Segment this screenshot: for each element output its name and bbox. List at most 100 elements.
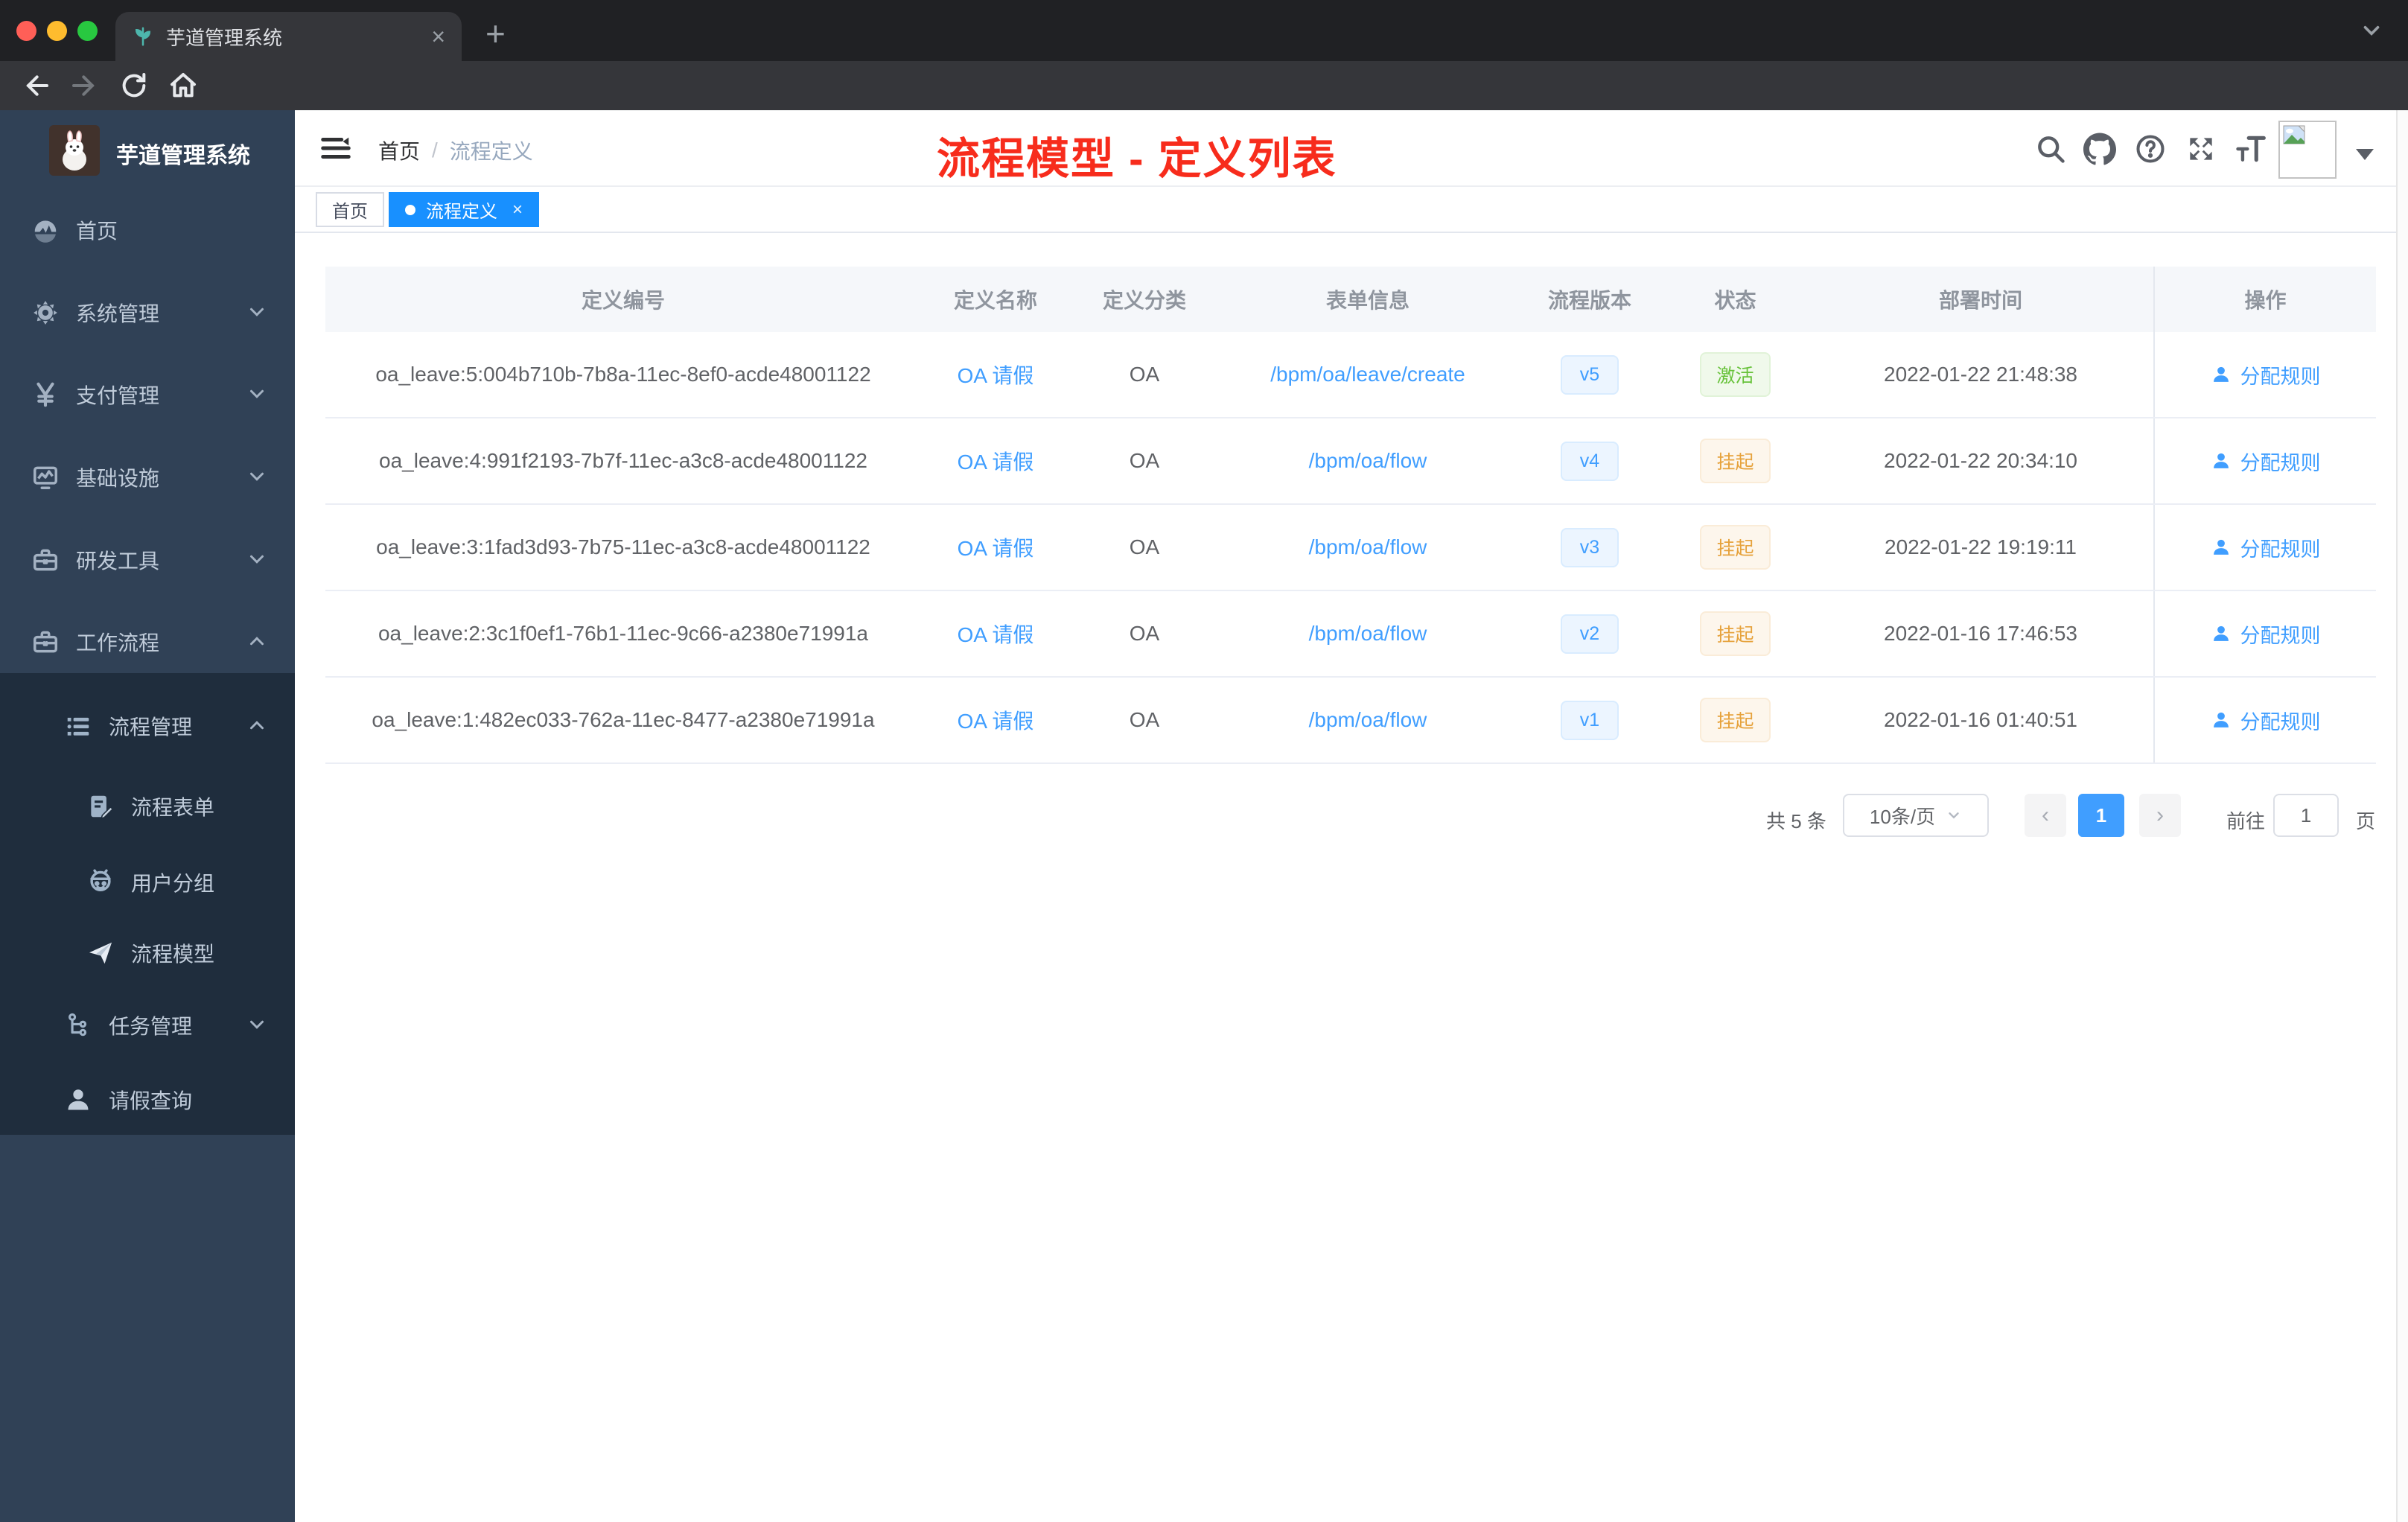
browser-tab-strip: 芋道管理系统 × + (0, 0, 2408, 61)
broken-image-icon (2283, 125, 2305, 144)
chevron-down-icon (1949, 812, 1959, 819)
status-badge: 激活 (1700, 352, 1771, 397)
sidebar: 芋道管理系统 首页 系统管理 支付管理 基础设施 研发工具 工作流程 流程管理 … (0, 110, 295, 1522)
tab-search-caret-icon[interactable] (2359, 18, 2384, 43)
definition-id: oa_leave:4:991f2193-7b7f-11ec-a3c8-acde4… (379, 449, 867, 472)
sidebar-item-task-management[interactable]: 任务管理 (0, 988, 295, 1063)
user-icon (2213, 712, 2229, 727)
col-process-version: 流程版本 (1547, 289, 1631, 312)
col-definition-id: 定义编号 (581, 289, 665, 312)
pagination-prev-button[interactable]: ‹ (2025, 794, 2066, 837)
search-icon[interactable] (2034, 133, 2067, 165)
fullscreen-icon[interactable] (2185, 133, 2217, 165)
back-icon[interactable] (21, 71, 51, 101)
sidebar-logo[interactable]: 芋道管理系统 (0, 110, 295, 192)
pagination-page-input[interactable]: 1 (2273, 794, 2339, 837)
person-icon (64, 1086, 92, 1114)
form-link[interactable]: /bpm/oa/leave/create (1270, 363, 1465, 386)
annotation-title: 流程模型 - 定义列表 (937, 135, 1337, 183)
definition-id: oa_leave:2:3c1f0ef1-76b1-11ec-9c66-a2380… (378, 622, 868, 645)
page-scrollbar[interactable] (2396, 110, 2408, 1522)
user-avatar[interactable] (2278, 121, 2337, 179)
form-link[interactable]: /bpm/oa/flow (1309, 622, 1427, 646)
user-icon (2213, 625, 2229, 641)
form-link[interactable]: /bpm/oa/flow (1309, 708, 1427, 732)
home-icon[interactable] (168, 71, 198, 101)
deploy-time: 2022-01-16 17:46:53 (1884, 622, 2077, 645)
sidebar-item-infrastructure[interactable]: 基础设施 (0, 440, 295, 515)
reload-icon[interactable] (119, 71, 149, 101)
sidebar-item-home[interactable]: 首页 (0, 193, 295, 267)
chevron-up-icon (246, 630, 268, 652)
sidebar-collapse-icon[interactable] (319, 131, 353, 165)
sidebar-item-user-group[interactable]: 用户分组 (0, 845, 295, 920)
favicon-sprout-icon (132, 25, 154, 48)
form-edit-icon (86, 792, 115, 821)
table-row: oa_leave:4:991f2193-7b7f-11ec-a3c8-acde4… (325, 418, 2376, 505)
forward-icon[interactable] (70, 71, 100, 101)
assign-rule-button[interactable]: 分配规则 (2211, 533, 2321, 562)
assign-rule-button[interactable]: 分配规则 (2211, 706, 2321, 735)
definition-name-link[interactable]: OA 请假 (958, 532, 1034, 562)
tab-close-icon[interactable]: × (431, 25, 445, 48)
definition-name-link[interactable]: OA 请假 (958, 360, 1034, 389)
font-size-icon[interactable] (2234, 133, 2267, 165)
tag-home[interactable]: 首页 (316, 192, 384, 227)
version-badge: v3 (1560, 527, 1619, 567)
chevron-down-icon (246, 301, 268, 323)
assign-rule-button[interactable]: 分配规则 (2211, 360, 2321, 389)
sidebar-item-payment-management[interactable]: 支付管理 (0, 357, 295, 432)
definition-name-link[interactable]: OA 请假 (958, 446, 1034, 476)
browser-toolbar: 不安全 dashboard.yudao.iocoder.cn /bpm/mana… (0, 61, 2408, 168)
sidebar-item-process-model[interactable]: 流程模型 (0, 916, 295, 990)
macos-zoom-button[interactable] (77, 21, 98, 41)
macos-minimize-button[interactable] (47, 21, 67, 41)
github-icon[interactable] (2083, 133, 2116, 165)
form-link[interactable]: /bpm/oa/flow (1309, 535, 1427, 559)
status-badge: 挂起 (1700, 439, 1771, 483)
assign-rule-button[interactable]: 分配规则 (2211, 447, 2321, 476)
sidebar-item-workflow[interactable]: 工作流程 (0, 605, 295, 679)
paper-plane-icon (86, 939, 115, 967)
deploy-time: 2022-01-22 21:48:38 (1884, 363, 2077, 386)
definition-name-link[interactable]: OA 请假 (958, 619, 1034, 649)
sidebar-item-process-management[interactable]: 流程管理 (0, 689, 295, 763)
yen-icon (31, 380, 60, 409)
definition-category: OA (1129, 449, 1160, 472)
pagination-next-button[interactable]: › (2139, 794, 2181, 837)
help-icon[interactable] (2134, 133, 2167, 165)
sidebar-item-process-form[interactable]: 流程表单 (0, 769, 295, 844)
briefcase-icon (31, 546, 60, 574)
col-deploy-time: 部署时间 (1938, 289, 2022, 312)
new-tab-icon[interactable]: + (485, 13, 506, 54)
pagination-current-page[interactable]: 1 (2078, 794, 2124, 837)
browser-tab[interactable]: 芋道管理系统 × (115, 12, 462, 61)
sidebar-item-leave-query[interactable]: 请假查询 (0, 1063, 295, 1137)
chevron-down-icon (246, 1013, 268, 1036)
definition-category: OA (1129, 622, 1160, 645)
chevron-down-icon (246, 548, 268, 570)
definition-name-link[interactable]: OA 请假 (958, 705, 1034, 735)
assign-rule-button[interactable]: 分配规则 (2211, 620, 2321, 649)
list-icon (64, 712, 92, 740)
briefcase-icon (31, 628, 60, 656)
active-dot-icon (405, 204, 415, 215)
tag-process-definition[interactable]: 流程定义 × (389, 192, 540, 227)
form-link[interactable]: /bpm/oa/flow (1309, 449, 1427, 473)
pagination-page-unit: 页 (2356, 810, 2376, 832)
definition-id: oa_leave:5:004b710b-7b8a-11ec-8ef0-acde4… (375, 363, 871, 386)
sidebar-item-system-management[interactable]: 系统管理 (0, 276, 295, 350)
pagination-total: 共 5 条 (1766, 810, 1826, 832)
chevron-down-icon (246, 465, 268, 488)
page-size-select[interactable]: 10条/页 (1843, 794, 1989, 837)
macos-close-button[interactable] (16, 21, 36, 41)
status-badge: 挂起 (1700, 525, 1771, 570)
breadcrumb-home[interactable]: 首页 (378, 136, 420, 165)
table-row: oa_leave:1:482ec033-762a-11ec-8477-a2380… (325, 678, 2376, 764)
tag-close-icon[interactable]: × (512, 200, 523, 220)
sidebar-item-dev-tools[interactable]: 研发工具 (0, 523, 295, 597)
gear-icon (31, 299, 60, 327)
user-menu-caret-icon[interactable] (2356, 149, 2374, 160)
pagination-goto-label: 前往 (2226, 810, 2266, 832)
chevron-down-icon (246, 383, 268, 405)
